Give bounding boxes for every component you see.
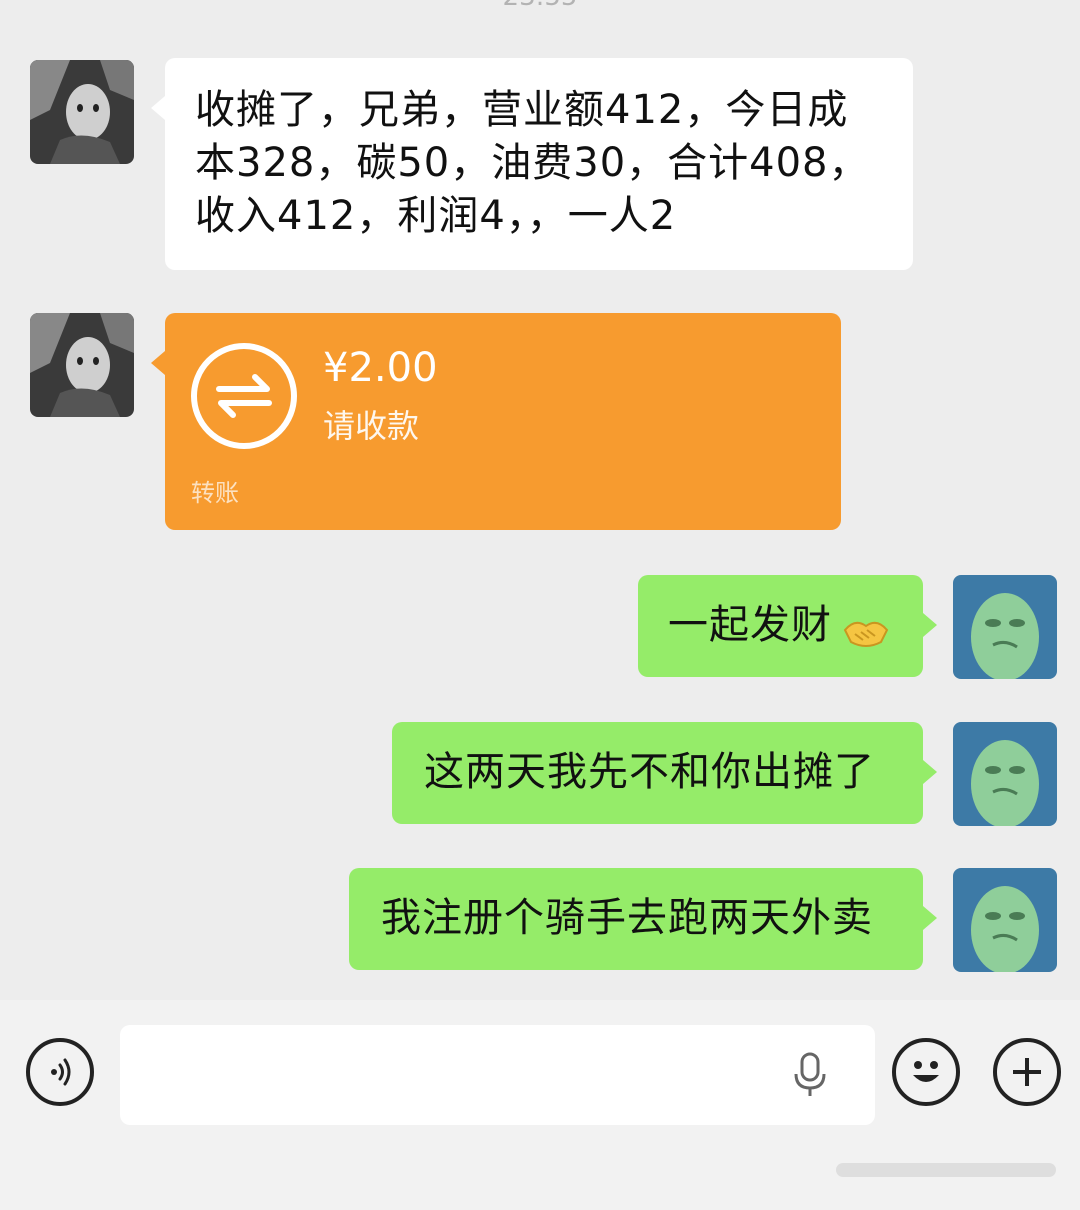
plus-icon	[1013, 1058, 1041, 1086]
transfer-icon	[191, 343, 297, 449]
message-text: 我注册个骑手去跑两天外卖	[381, 895, 873, 941]
message-text: 一起发财	[668, 602, 832, 648]
message-bubble-incoming[interactable]: 收摊了，兄弟，营业额412，今日成本328，碳50，油费30，合计408，收入4…	[151, 58, 913, 270]
time-stamp: 23:55	[0, 0, 1080, 12]
handshake-emoji-icon	[841, 612, 891, 656]
my-avatar[interactable]	[953, 575, 1057, 679]
transfer-card[interactable]: ¥2.00 请收款 转账	[151, 313, 841, 530]
my-avatar[interactable]	[953, 722, 1057, 826]
message-text: 收摊了，兄弟，营业额412，今日成本328，碳50，油费30，合计408，收入4…	[195, 87, 870, 239]
more-button[interactable]	[993, 1038, 1061, 1106]
contact-avatar[interactable]	[30, 313, 134, 417]
emoji-button[interactable]	[892, 1038, 960, 1106]
transfer-label: 转账	[191, 479, 239, 507]
message-bubble-outgoing[interactable]: 一起发财	[638, 575, 937, 677]
voice-icon	[51, 1058, 71, 1086]
message-bubble-outgoing[interactable]: 这两天我先不和你出摊了	[392, 722, 937, 824]
home-indicator	[836, 1155, 1056, 1185]
contact-avatar[interactable]	[30, 60, 134, 164]
message-input[interactable]	[120, 1025, 875, 1125]
microphone-icon[interactable]	[790, 1050, 830, 1104]
message-text: 这两天我先不和你出摊了	[424, 749, 875, 795]
transfer-amount: ¥2.00	[323, 345, 438, 391]
voice-input-button[interactable]	[26, 1038, 94, 1106]
emoji-icon	[913, 1061, 939, 1082]
my-avatar[interactable]	[953, 868, 1057, 972]
message-bubble-outgoing[interactable]: 我注册个骑手去跑两天外卖	[349, 868, 937, 970]
transfer-status: 请收款	[323, 407, 420, 445]
